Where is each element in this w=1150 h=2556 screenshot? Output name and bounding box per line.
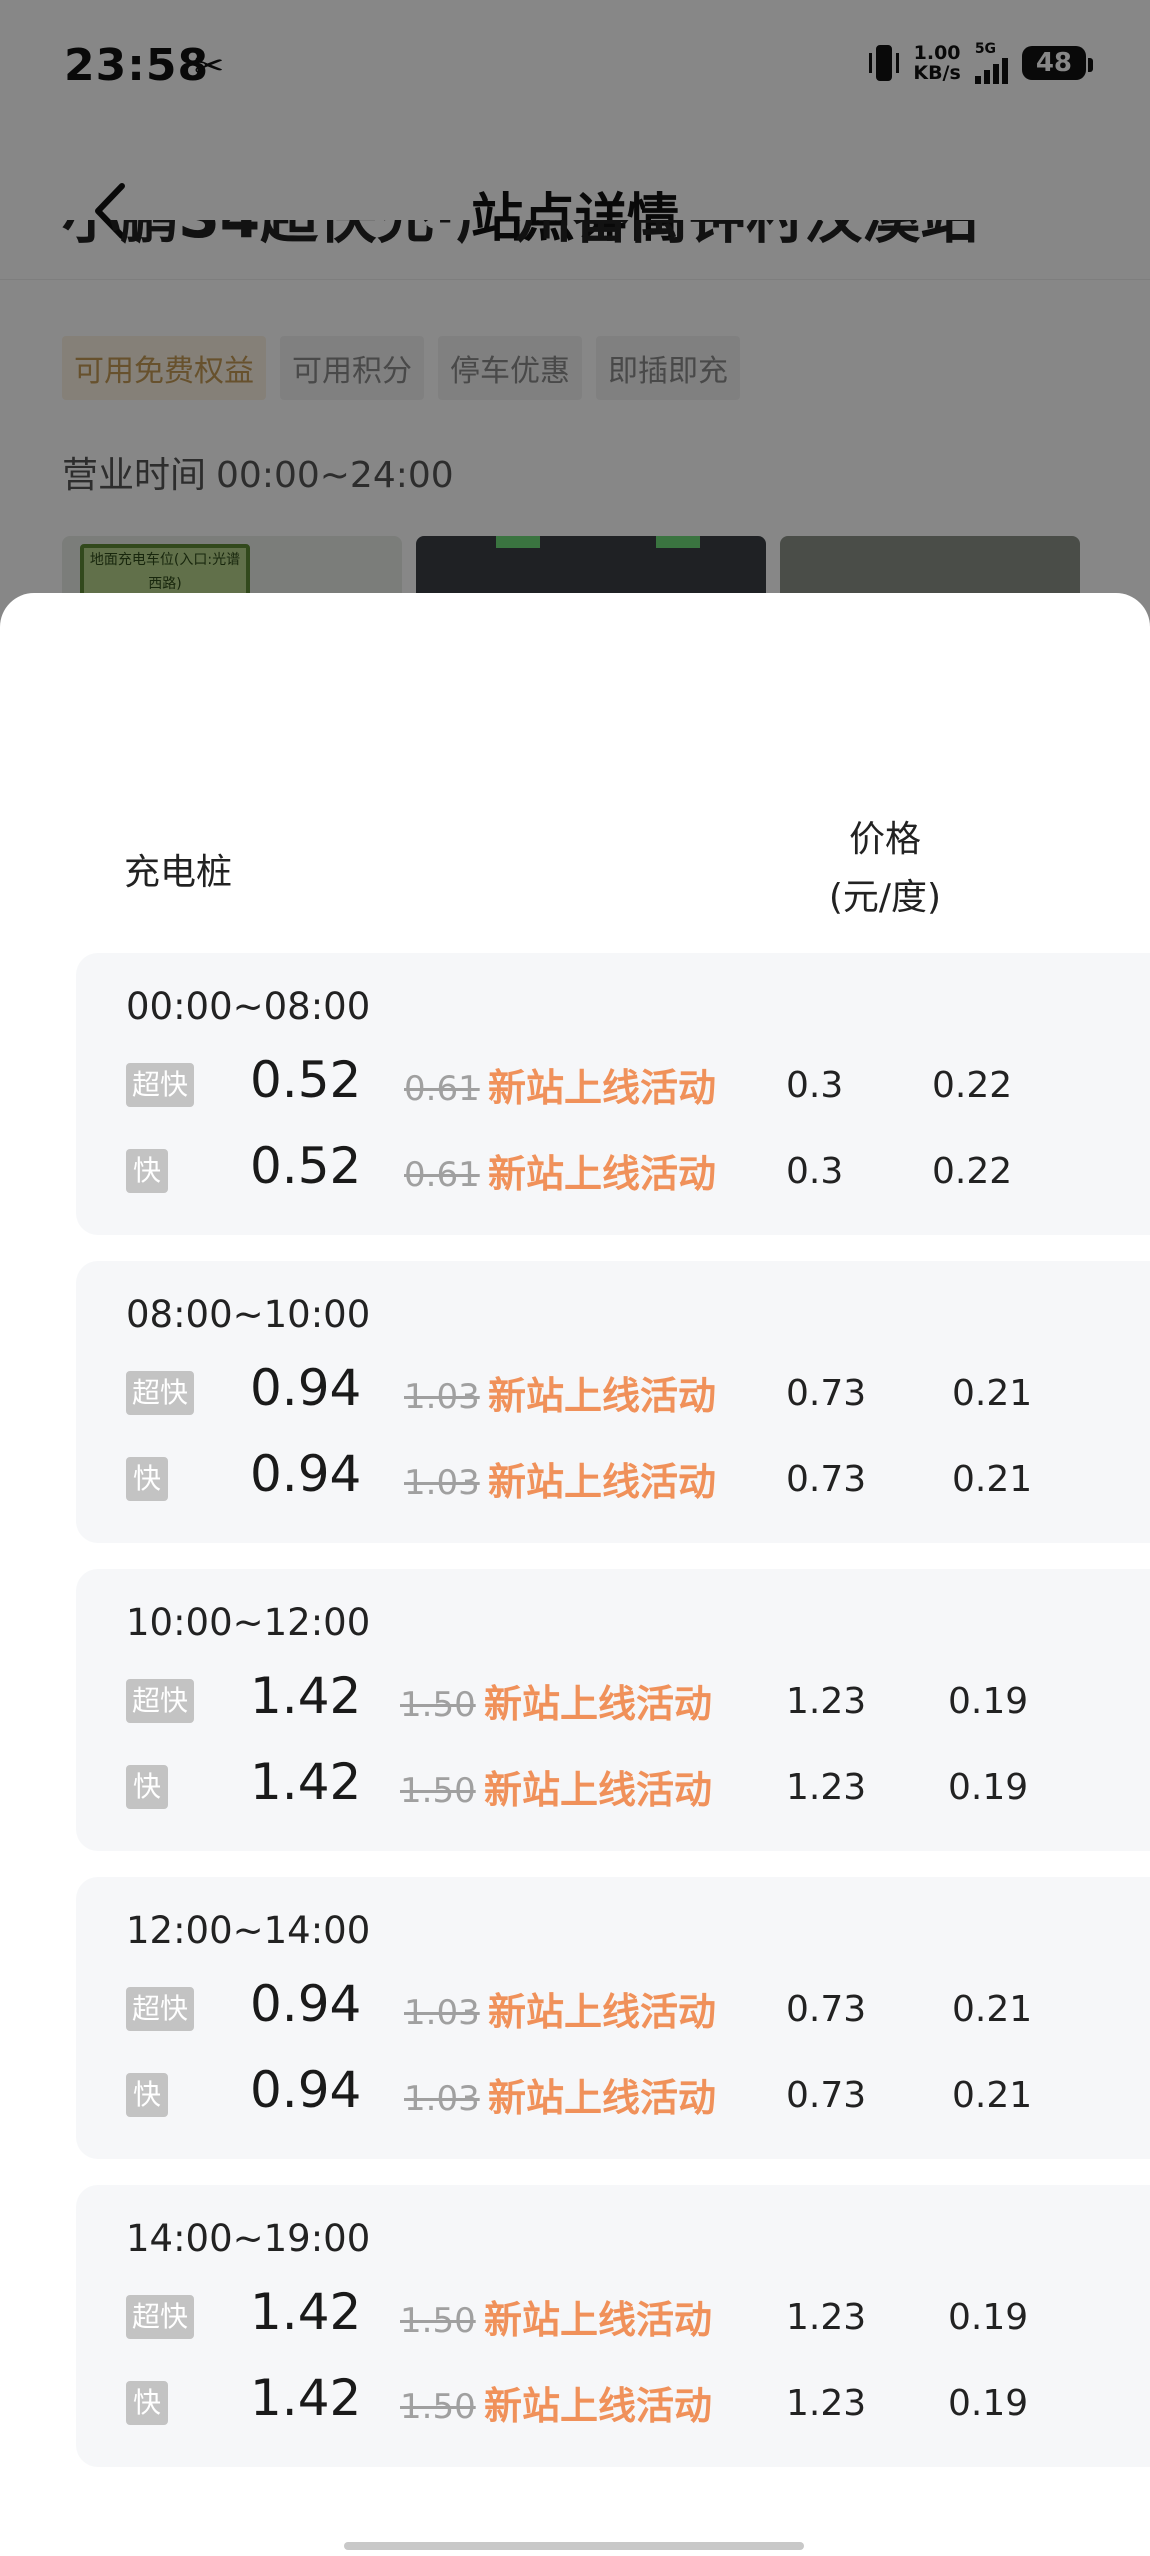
period-card: 14:00~19:00 超快 1.42 1.50 新站上线活动 1.23 0.1… <box>76 2185 1150 2467</box>
electricity-fee: 0.3 <box>786 1151 844 1192</box>
dim-overlay[interactable] <box>0 0 1150 660</box>
electricity-fee: 0.73 <box>786 1373 867 1414</box>
superfast-badge: 超快 <box>126 1679 195 1723</box>
original-price: 1.03 <box>404 1993 480 2033</box>
service-fee: 0.19 <box>948 1681 1029 1722</box>
price-row-superfast: 超快 0.94 1.03 新站上线活动 0.73 0.21 <box>126 1975 1126 2045</box>
electricity-fee: 0.73 <box>786 2075 867 2116</box>
header-price-label: 价格 <box>848 819 921 860</box>
original-price: 1.03 <box>404 1463 480 1503</box>
service-fee: 0.19 <box>948 2383 1029 2424</box>
electricity-fee: 1.23 <box>786 1767 867 1808</box>
fast-badge: 快 <box>126 1457 168 1501</box>
promo-label: 新站上线活动 <box>488 1066 717 1110</box>
price-row-superfast: 超快 0.94 1.03 新站上线活动 0.73 0.21 <box>126 1359 1126 1429</box>
home-indicator[interactable] <box>344 2542 804 2550</box>
service-fee: 0.22 <box>932 1151 1013 1192</box>
original-price: 1.50 <box>400 2301 476 2341</box>
fast-badge: 快 <box>126 2073 168 2117</box>
original-price: 1.03 <box>404 1377 480 1417</box>
electricity-fee: 0.73 <box>786 1989 867 2030</box>
service-fee: 0.21 <box>952 1989 1033 2030</box>
period-time: 14:00~19:00 <box>126 2217 371 2260</box>
electricity-fee: 1.23 <box>786 1681 867 1722</box>
promo-label: 新站上线活动 <box>484 2384 713 2428</box>
current-price: 1.42 <box>250 2369 362 2427</box>
original-price: 1.50 <box>400 1685 476 1725</box>
current-price: 0.94 <box>250 2061 362 2119</box>
period-card: 08:00~10:00 超快 0.94 1.03 新站上线活动 0.73 0.2… <box>76 1261 1150 1543</box>
header-price: 价格 (元/度) <box>800 811 970 927</box>
price-row-fast: 快 0.94 1.03 新站上线活动 0.73 0.21 <box>126 1445 1126 1515</box>
service-fee: 0.21 <box>952 1459 1033 1500</box>
price-row-superfast: 超快 1.42 1.50 新站上线活动 1.23 0.19 <box>126 1667 1126 1737</box>
fast-badge: 快 <box>126 2381 168 2425</box>
period-time: 08:00~10:00 <box>126 1293 371 1336</box>
fast-badge: 快 <box>126 1765 168 1809</box>
promo-label: 新站上线活动 <box>488 1152 717 1196</box>
price-table-header: 充电桩 价格 (元/度) <box>0 593 1150 953</box>
superfast-badge: 超快 <box>126 2295 195 2339</box>
period-card: 12:00~14:00 超快 0.94 1.03 新站上线活动 0.73 0.2… <box>76 1877 1150 2159</box>
current-price: 1.42 <box>250 2283 362 2341</box>
price-row-fast: 快 1.42 1.50 新站上线活动 1.23 0.19 <box>126 2369 1126 2439</box>
period-card: 00:00~08:00 超快 0.52 0.61 新站上线活动 0.3 0.22… <box>76 953 1150 1235</box>
period-time: 12:00~14:00 <box>126 1909 371 1952</box>
promo-label: 新站上线活动 <box>484 1682 713 1726</box>
current-price: 1.42 <box>250 1753 362 1811</box>
original-price: 1.50 <box>400 1771 476 1811</box>
electricity-fee: 1.23 <box>786 2297 867 2338</box>
promo-label: 新站上线活动 <box>484 2298 713 2342</box>
price-row-fast: 快 1.42 1.50 新站上线活动 1.23 0.19 <box>126 1753 1126 1823</box>
header-price-unit: (元/度) <box>828 877 942 918</box>
current-price: 1.42 <box>250 1667 362 1725</box>
electricity-fee: 0.73 <box>786 1459 867 1500</box>
header-charger: 充电桩 <box>124 852 233 893</box>
superfast-badge: 超快 <box>126 1987 195 2031</box>
promo-label: 新站上线活动 <box>488 1374 717 1418</box>
period-card: 10:00~12:00 超快 1.42 1.50 新站上线活动 1.23 0.1… <box>76 1569 1150 1851</box>
period-time: 10:00~12:00 <box>126 1601 371 1644</box>
electricity-fee: 1.23 <box>786 2383 867 2424</box>
service-fee: 0.21 <box>952 2075 1033 2116</box>
original-price: 0.61 <box>404 1155 480 1195</box>
service-fee: 0.21 <box>952 1373 1033 1414</box>
original-price: 1.03 <box>404 2079 480 2119</box>
service-fee: 0.19 <box>948 2297 1029 2338</box>
promo-label: 新站上线活动 <box>488 1460 717 1504</box>
superfast-badge: 超快 <box>126 1063 195 1107</box>
original-price: 0.61 <box>404 1069 480 1109</box>
fast-badge: 快 <box>126 1149 168 1193</box>
service-fee: 0.22 <box>932 1065 1013 1106</box>
period-time: 00:00~08:00 <box>126 985 371 1028</box>
electricity-fee: 0.3 <box>786 1065 844 1106</box>
price-row-fast: 快 0.94 1.03 新站上线活动 0.73 0.21 <box>126 2061 1126 2131</box>
current-price: 0.52 <box>250 1137 362 1195</box>
service-fee: 0.19 <box>948 1767 1029 1808</box>
price-sheet: 充电桩 价格 (元/度) 00:00~08:00 超快 0.52 0.61 新站… <box>0 593 1150 2556</box>
promo-label: 新站上线活动 <box>484 1768 713 1812</box>
price-row-superfast: 超快 1.42 1.50 新站上线活动 1.23 0.19 <box>126 2283 1126 2353</box>
promo-label: 新站上线活动 <box>488 1990 717 2034</box>
current-price: 0.94 <box>250 1359 362 1417</box>
price-row-fast: 快 0.52 0.61 新站上线活动 0.3 0.22 <box>126 1137 1126 1207</box>
superfast-badge: 超快 <box>126 1371 195 1415</box>
promo-label: 新站上线活动 <box>488 2076 717 2120</box>
price-row-superfast: 超快 0.52 0.61 新站上线活动 0.3 0.22 <box>126 1051 1126 1121</box>
original-price: 1.50 <box>400 2387 476 2427</box>
current-price: 0.52 <box>250 1051 362 1109</box>
current-price: 0.94 <box>250 1975 362 2033</box>
current-price: 0.94 <box>250 1445 362 1503</box>
